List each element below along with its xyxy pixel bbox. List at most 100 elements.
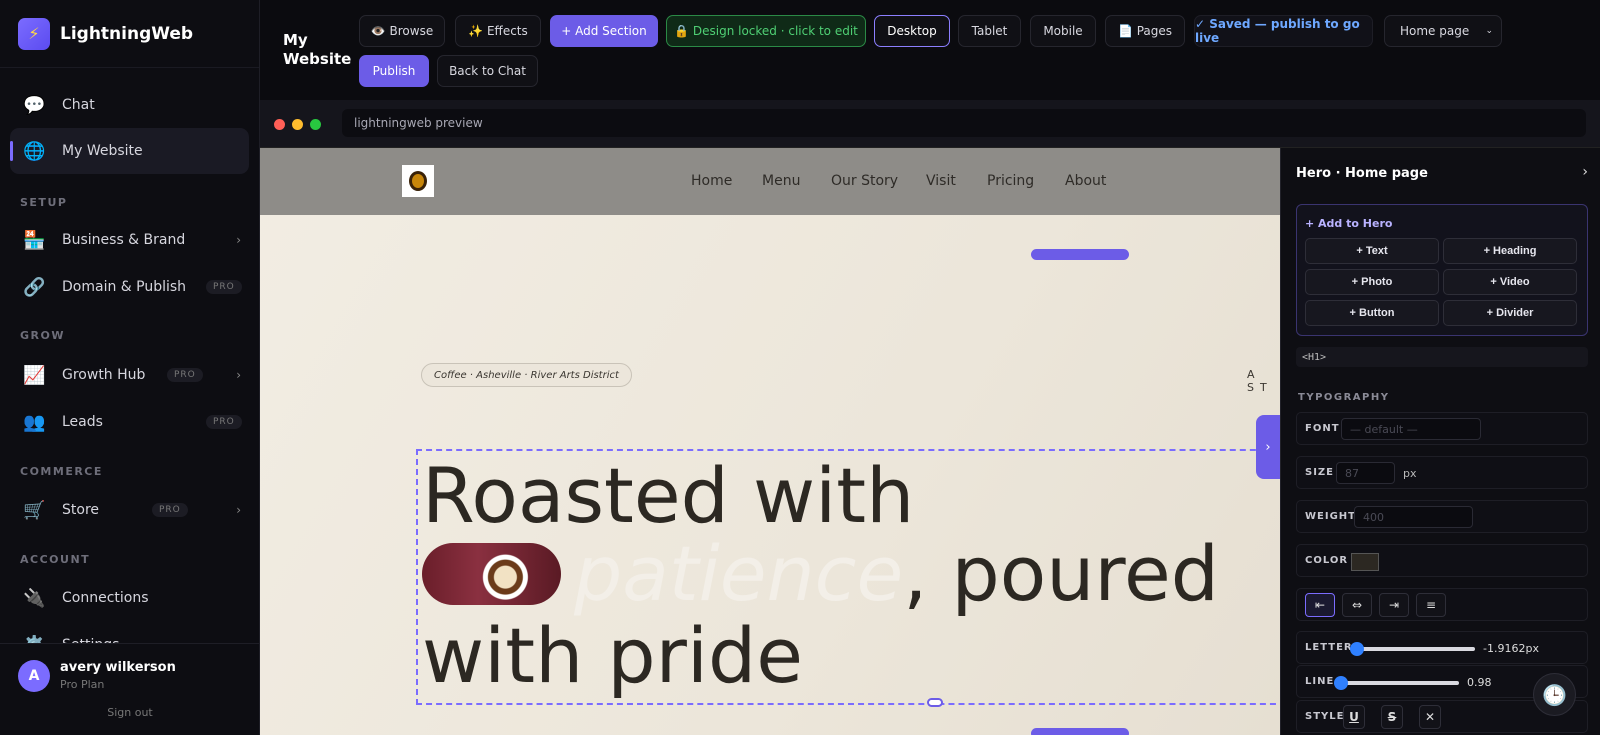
pro-badge: PRO	[167, 368, 203, 382]
chart-icon: 📈	[23, 364, 46, 386]
sidebar-item-connections[interactable]: 🔌 Connections	[10, 575, 249, 621]
brand[interactable]: ⚡ LightningWeb	[0, 0, 259, 68]
element-tag: <H1>	[1296, 347, 1588, 367]
line-slider-knob[interactable]	[1334, 676, 1348, 690]
clock-icon[interactable]: 🕒	[1533, 673, 1576, 716]
underline-icon[interactable]: U	[1343, 705, 1365, 729]
user-card: A avery wilkerson Pro Plan Sign out	[0, 643, 259, 735]
add-heading-button[interactable]: + Heading	[1443, 238, 1577, 264]
saved-status: ✓ Saved — publish to go live	[1194, 15, 1373, 47]
coffee-bean-logo-icon[interactable]	[402, 165, 434, 197]
site-nav: Home Menu Our Story Visit Pricing About	[260, 148, 1280, 215]
align-center-icon[interactable]: ⇔	[1342, 593, 1372, 617]
site-nav-visit[interactable]: Visit	[926, 173, 956, 189]
font-label: FONT	[1305, 423, 1340, 434]
add-text-button[interactable]: + Text	[1305, 238, 1439, 264]
align-left-icon[interactable]: ⇤	[1305, 593, 1335, 617]
letter-slider-track[interactable]	[1357, 647, 1475, 651]
site-nav-our-story[interactable]: Our Story	[831, 173, 898, 189]
add-divider-button[interactable]: + Divider	[1443, 300, 1577, 326]
font-input[interactable]: — default —	[1341, 418, 1481, 440]
hero-heading-italic: patience	[574, 529, 904, 618]
line-value: 0.98	[1467, 676, 1492, 689]
letter-slider-knob[interactable]	[1350, 642, 1364, 656]
weight-input[interactable]: 400	[1354, 506, 1473, 528]
chevron-right-icon: ›	[236, 368, 241, 382]
sign-out-link[interactable]: Sign out	[0, 706, 259, 719]
page-select[interactable]: Home page ⌄	[1384, 15, 1502, 47]
sidebar-item-chat[interactable]: 💬 Chat	[10, 82, 249, 128]
chevron-right-icon[interactable]: ›	[1582, 164, 1588, 180]
align-right-icon[interactable]: ⇥	[1379, 593, 1409, 617]
hero-spaced-text: A ST	[1247, 368, 1273, 394]
section-label-setup: SETUP	[20, 196, 68, 209]
sidebar-item-my-website[interactable]: 🌐 My Website	[10, 128, 249, 174]
site-nav-home[interactable]: Home	[691, 173, 732, 189]
resize-handle[interactable]	[927, 698, 943, 707]
align-row: ⇤ ⇔ ⇥ ≡	[1296, 588, 1588, 621]
lightning-bolt-icon: ⚡	[18, 17, 50, 50]
color-label: COLOR	[1305, 555, 1349, 566]
section-label-account: ACCOUNT	[20, 553, 91, 566]
section-label-grow: GROW	[20, 329, 65, 342]
hero-heading-line-3[interactable]: with pride	[422, 618, 803, 694]
line-slider-track[interactable]	[1341, 681, 1459, 685]
chevron-right-icon: ›	[236, 233, 241, 247]
section-drag-handle[interactable]	[1031, 249, 1129, 260]
desktop-view-button[interactable]: Desktop	[874, 15, 950, 47]
sidebar-item-label: Domain & Publish	[62, 279, 187, 295]
site-nav-menu[interactable]: Menu	[762, 173, 800, 189]
hero-eyebrow-pill[interactable]: Coffee · Asheville · River Arts District	[421, 363, 632, 387]
browse-button[interactable]: 👁️ Browse	[359, 15, 445, 47]
add-button-button[interactable]: + Button	[1305, 300, 1439, 326]
sidebar-item-label: Business & Brand	[62, 232, 186, 248]
section-label-commerce: COMMERCE	[20, 465, 103, 478]
style-label: STYLE	[1305, 711, 1345, 722]
preview-window-bar: lightningweb preview	[260, 100, 1600, 148]
font-row: FONT — default —	[1296, 412, 1588, 445]
clear-style-icon[interactable]: ✕	[1419, 705, 1441, 729]
back-to-chat-button[interactable]: Back to Chat	[437, 55, 538, 87]
publish-button[interactable]: Publish	[359, 55, 429, 87]
panel-toggle-tab[interactable]: ›	[1256, 415, 1280, 479]
effects-button[interactable]: ✨ Effects	[455, 15, 541, 47]
sidebar-item-domain-publish[interactable]: 🔗 Domain & Publish PRO	[10, 264, 249, 310]
size-input[interactable]: 87	[1336, 462, 1395, 484]
sidebar-item-store[interactable]: 🛒 Store PRO ›	[10, 487, 249, 533]
size-row: SIZE 87 px	[1296, 456, 1588, 489]
add-video-button[interactable]: + Video	[1443, 269, 1577, 295]
speech-bubble-icon: 💬	[23, 94, 46, 116]
add-section-button[interactable]: + Add Section	[550, 15, 658, 47]
letter-row: LETTER -1.9162px	[1296, 631, 1588, 664]
site-nav-about[interactable]: About	[1065, 173, 1106, 189]
plug-icon: 🔌	[23, 587, 46, 609]
mobile-view-button[interactable]: Mobile	[1030, 15, 1096, 47]
sidebar-item-leads[interactable]: 👥 Leads PRO	[10, 399, 249, 445]
sidebar-item-growth-hub[interactable]: 📈 Growth Hub PRO ›	[10, 352, 249, 398]
strikethrough-icon[interactable]: S	[1381, 705, 1403, 729]
color-swatch[interactable]	[1351, 553, 1379, 571]
panel-title: Hero · Home page	[1296, 166, 1428, 181]
avatar[interactable]: A	[18, 660, 50, 692]
hero-heading-line-2-rest: , poured	[903, 529, 1220, 618]
sidebar-item-label: My Website	[62, 143, 143, 159]
tablet-view-button[interactable]: Tablet	[958, 15, 1021, 47]
globe-icon: 🌐	[23, 140, 46, 162]
briefcase-icon: 🏪	[23, 229, 46, 251]
pro-badge: PRO	[206, 280, 242, 294]
hero-heading-line-2[interactable]: patience, poured	[574, 536, 1219, 612]
people-icon: 👥	[23, 411, 46, 433]
pages-button[interactable]: 📄 Pages	[1105, 15, 1185, 47]
site-preview-canvas[interactable]: Home Menu Our Story Visit Pricing About …	[260, 148, 1280, 735]
section-drag-handle-bottom[interactable]	[1031, 728, 1129, 735]
hero-heading-line-1[interactable]: Roasted with	[422, 458, 914, 534]
minimize-dot-icon	[292, 119, 303, 130]
site-nav-pricing[interactable]: Pricing	[987, 173, 1034, 189]
add-photo-button[interactable]: + Photo	[1305, 269, 1439, 295]
sidebar-item-business-brand[interactable]: 🏪 Business & Brand ›	[10, 217, 249, 263]
link-icon: 🔗	[23, 276, 46, 298]
design-locked-button[interactable]: 🔒 Design locked · click to edit	[666, 15, 866, 47]
latte-photo[interactable]	[422, 543, 561, 605]
maximize-dot-icon	[310, 119, 321, 130]
align-justify-icon[interactable]: ≡	[1416, 593, 1446, 617]
